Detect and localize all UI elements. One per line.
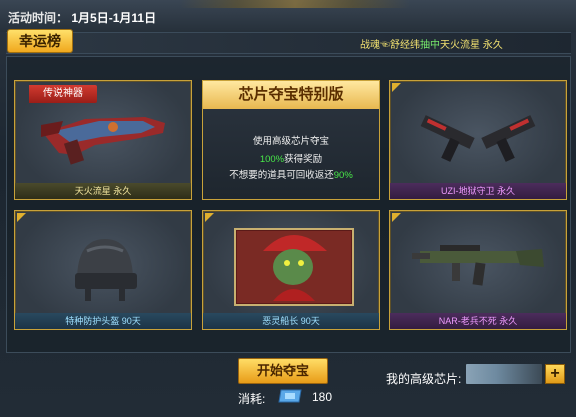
prize-label: NAR-老兵不死 永久 bbox=[390, 313, 566, 329]
activity-time: 活动时间： 1月5日-1月11日 bbox=[8, 9, 156, 26]
info-line-2-text: 获得奖励 bbox=[284, 154, 323, 165]
info-card: 芯片夺宝特别版 使用高级芯片夺宝 100%获得奖励 不想要的道具可回收返还90% bbox=[202, 80, 380, 200]
prize-card-tianhuo[interactable]: 传说神器 天火流星 永久 bbox=[14, 80, 192, 200]
prize-label: 特种防护头盔 90天 bbox=[15, 313, 191, 329]
prize-card-uzi[interactable]: UZI-地狱守卫 永久 bbox=[389, 80, 567, 200]
ticker-action: 抽中 bbox=[420, 40, 440, 51]
title-decoration bbox=[180, 0, 410, 8]
info-pct-90: 90% bbox=[333, 170, 353, 181]
cost-value: 180 bbox=[312, 390, 333, 404]
start-draw-button[interactable]: 开始夺宝 bbox=[238, 358, 328, 384]
helmet-art bbox=[75, 239, 137, 301]
corner-mark bbox=[392, 213, 401, 222]
nar-rifle-art bbox=[412, 245, 544, 286]
corner-mark bbox=[392, 83, 401, 92]
my-chips-label: 我的高级芯片: bbox=[386, 372, 462, 386]
prize-label: 天火流星 永久 bbox=[15, 183, 191, 199]
activity-time-label: 活动时间： bbox=[8, 11, 69, 25]
ticker-user2: 舒经纬 bbox=[390, 40, 420, 51]
prize-label: UZI-地狱守卫 永久 bbox=[390, 183, 566, 199]
cost-label: 消耗: bbox=[238, 392, 266, 406]
prize-card-nar[interactable]: NAR-老兵不死 永久 bbox=[389, 210, 567, 330]
winner-ticker: 战魂☜舒经纬抽中天火流星 永久 bbox=[360, 40, 503, 51]
uzi-art bbox=[420, 115, 536, 162]
prize-card-captain[interactable]: 恶灵船长 90天 bbox=[202, 210, 380, 330]
chip-icon bbox=[278, 389, 302, 403]
info-pct-100: 100% bbox=[259, 154, 285, 165]
info-line-3-text: 不想要的道具可回收返还 bbox=[229, 170, 334, 181]
captain-art bbox=[234, 228, 354, 306]
prize-label: 恶灵船长 90天 bbox=[203, 313, 379, 329]
info-line-3: 不想要的道具可回收返还90% bbox=[203, 167, 379, 181]
ticker-user: 战魂 bbox=[360, 40, 380, 51]
info-title: 芯片夺宝特别版 bbox=[203, 81, 379, 109]
legend-badge: 传说神器 bbox=[29, 85, 97, 103]
corner-mark bbox=[205, 213, 214, 222]
activity-time-dates: 1月5日-1月11日 bbox=[71, 11, 157, 25]
info-line-1: 使用高级芯片夺宝 bbox=[252, 136, 329, 147]
chip-count-field bbox=[466, 364, 542, 384]
lucky-list-tag[interactable]: 幸运榜 bbox=[8, 30, 72, 52]
corner-mark bbox=[17, 213, 26, 222]
add-chips-button[interactable]: + bbox=[545, 364, 565, 384]
ticker-item: 天火流星 永久 bbox=[440, 40, 503, 51]
prize-card-helmet[interactable]: 特种防护头盔 90天 bbox=[14, 210, 192, 330]
info-line-2: 100%获得奖励 bbox=[203, 151, 379, 165]
